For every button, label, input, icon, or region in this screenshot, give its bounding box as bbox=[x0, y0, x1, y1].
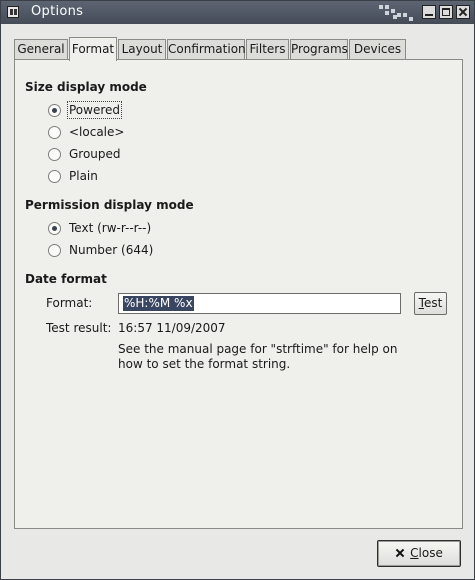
tab-layout[interactable]: Layout bbox=[118, 39, 166, 60]
radio-label: Number (644) bbox=[69, 243, 154, 257]
permission-display-heading: Permission display mode bbox=[25, 198, 194, 212]
app-icon[interactable] bbox=[7, 6, 19, 18]
size-display-heading: Size display mode bbox=[25, 80, 147, 94]
maximize-button[interactable] bbox=[439, 5, 453, 19]
titlebar-decoration bbox=[379, 5, 415, 21]
close-x-icon bbox=[395, 548, 405, 558]
tab-devices[interactable]: Devices bbox=[349, 39, 406, 60]
format-input-value: %H:%M %x bbox=[123, 296, 194, 311]
test-result-value: 16:57 11/09/2007 bbox=[118, 321, 226, 335]
radio-label: <locale> bbox=[69, 125, 125, 139]
tab-filters[interactable]: Filters bbox=[246, 39, 289, 60]
radio-label: Plain bbox=[69, 169, 98, 183]
format-help-text: See the manual page for "strftime" for h… bbox=[118, 342, 398, 371]
radio-label: Powered bbox=[66, 101, 123, 119]
tab-confirmation[interactable]: Confirmation bbox=[167, 39, 246, 60]
close-button-mnemonic: C bbox=[410, 546, 419, 560]
radio-button[interactable] bbox=[48, 148, 61, 161]
close-button[interactable]: Close bbox=[377, 540, 461, 567]
options-dialog: Options General Format Layout Confirmati… bbox=[0, 0, 475, 580]
close-button-label: lose bbox=[418, 546, 443, 560]
window-title: Options bbox=[31, 4, 84, 19]
radio-button[interactable] bbox=[48, 244, 61, 257]
radio-label: Grouped bbox=[69, 147, 121, 161]
radio-button[interactable] bbox=[48, 170, 61, 183]
tab-format[interactable]: Format bbox=[69, 37, 117, 61]
radio-button[interactable] bbox=[48, 104, 61, 117]
tab-general[interactable]: General bbox=[14, 39, 68, 60]
tab-programs[interactable]: Programs bbox=[290, 39, 348, 60]
date-format-heading: Date format bbox=[25, 272, 107, 286]
radio-label: Text (rw-r--r--) bbox=[69, 221, 152, 235]
title-bar[interactable]: Options bbox=[1, 1, 474, 24]
radio-button[interactable] bbox=[48, 222, 61, 235]
test-button[interactable]: Test bbox=[414, 292, 447, 315]
test-result-label: Test result: bbox=[46, 321, 112, 335]
format-input[interactable]: %H:%M %x bbox=[118, 293, 401, 314]
test-button-label: est bbox=[423, 296, 443, 310]
window-close-button[interactable] bbox=[456, 5, 470, 19]
format-label: Format: bbox=[46, 296, 93, 310]
minimize-button[interactable] bbox=[422, 5, 436, 19]
radio-button[interactable] bbox=[48, 126, 61, 139]
